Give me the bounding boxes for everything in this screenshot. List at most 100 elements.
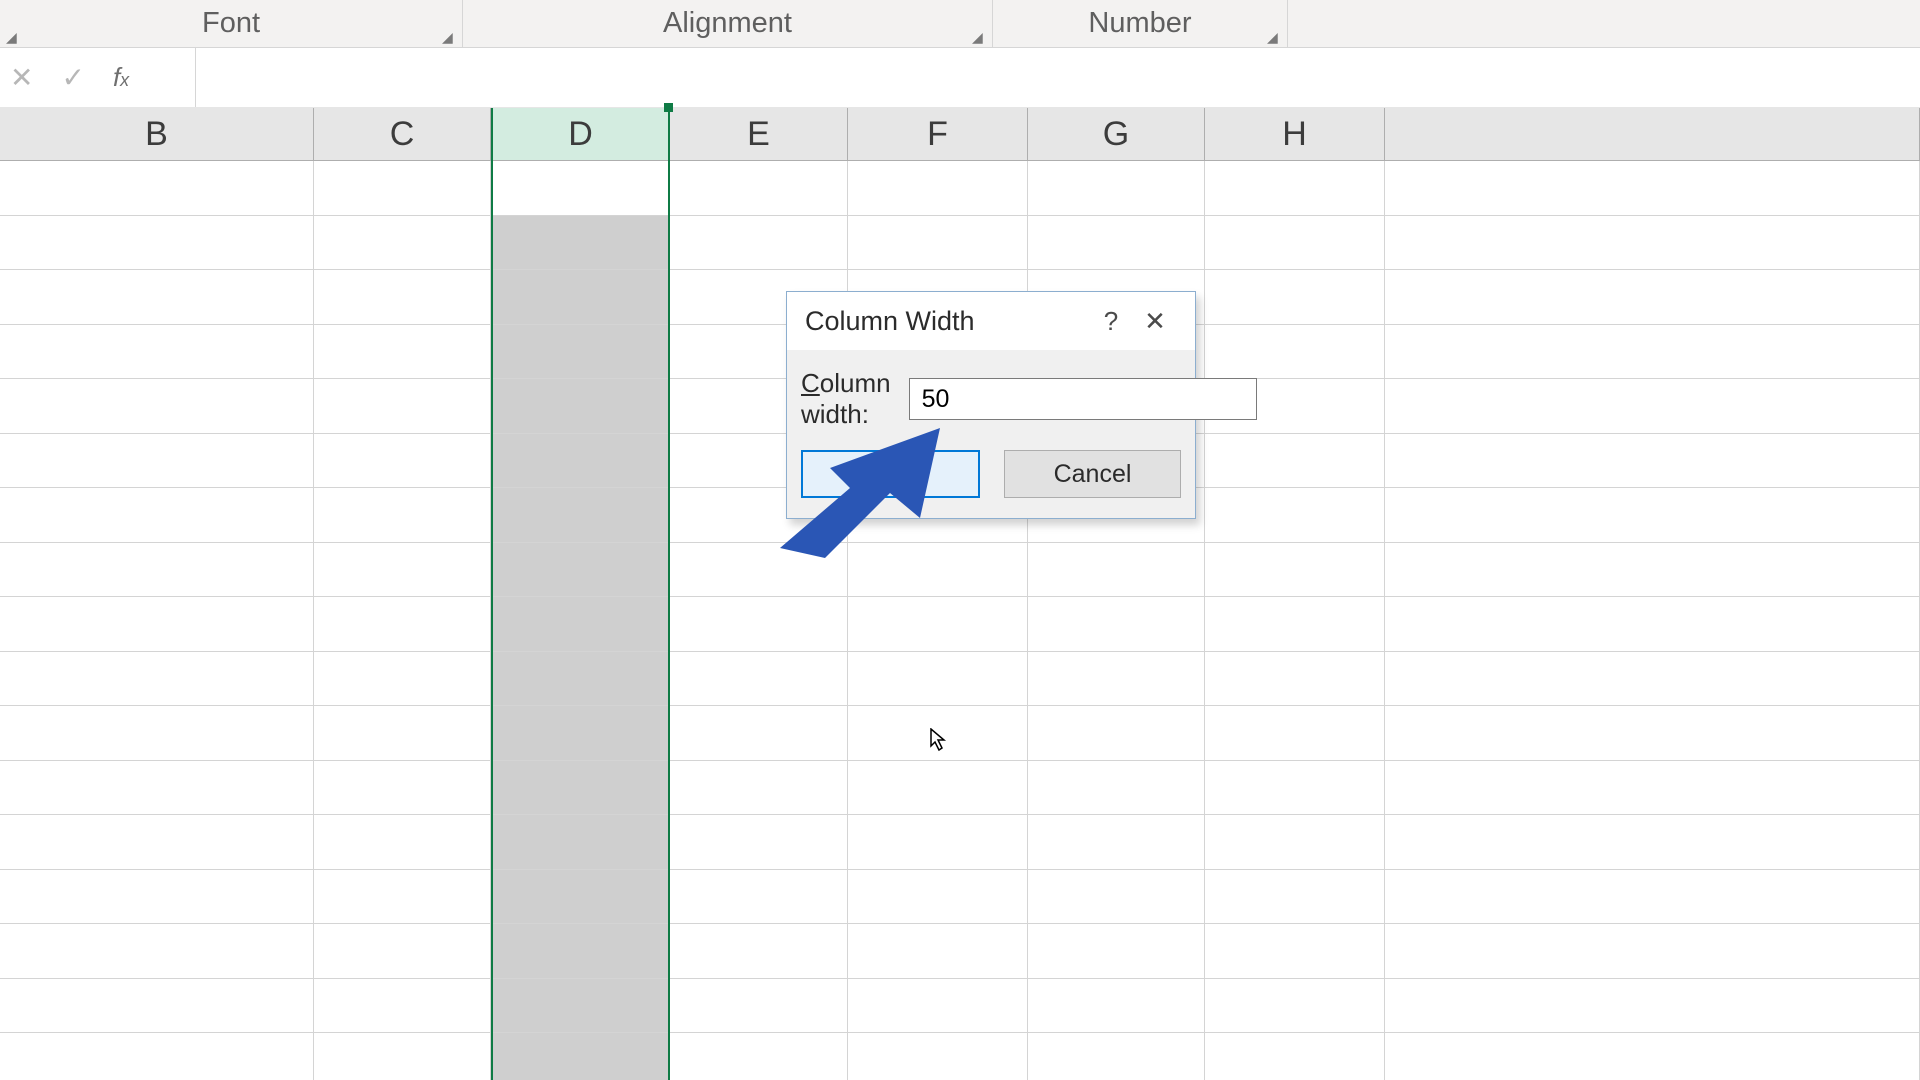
cell[interactable]: [1385, 597, 1920, 651]
cell[interactable]: [1205, 216, 1385, 270]
cell[interactable]: [670, 1033, 848, 1080]
cell[interactable]: [1385, 325, 1920, 379]
cell[interactable]: [491, 979, 670, 1033]
close-icon[interactable]: ✕: [1133, 306, 1177, 337]
cancel-icon[interactable]: ✕: [10, 64, 33, 92]
cell[interactable]: [0, 815, 314, 869]
cell[interactable]: [491, 434, 670, 488]
cell[interactable]: [491, 706, 670, 760]
cell[interactable]: [1205, 325, 1385, 379]
cell[interactable]: [491, 325, 670, 379]
dialog-launcher-icon[interactable]: ◢: [1267, 29, 1281, 43]
cell[interactable]: [314, 216, 491, 270]
cell[interactable]: [314, 270, 491, 324]
column-header-rest[interactable]: [1385, 108, 1920, 160]
cell[interactable]: [1028, 706, 1205, 760]
column-header-f[interactable]: F: [848, 108, 1028, 160]
cell[interactable]: [1028, 1033, 1205, 1080]
cell[interactable]: [491, 488, 670, 542]
cell[interactable]: [1385, 161, 1920, 215]
cell[interactable]: [670, 161, 848, 215]
formula-input[interactable]: [196, 48, 1920, 107]
cell[interactable]: [848, 161, 1028, 215]
cell[interactable]: [670, 597, 848, 651]
cell[interactable]: [0, 434, 314, 488]
cell[interactable]: [0, 161, 314, 215]
cell[interactable]: [670, 706, 848, 760]
cell[interactable]: [1205, 161, 1385, 215]
cell[interactable]: [491, 216, 670, 270]
cell[interactable]: [670, 870, 848, 924]
cell[interactable]: [491, 652, 670, 706]
cell[interactable]: [0, 543, 314, 597]
column-header-h[interactable]: H: [1205, 108, 1385, 160]
cell[interactable]: [1028, 761, 1205, 815]
cell[interactable]: [314, 706, 491, 760]
cell[interactable]: [1385, 761, 1920, 815]
cell[interactable]: [1205, 543, 1385, 597]
cell[interactable]: [491, 161, 670, 215]
cell[interactable]: [1385, 379, 1920, 433]
cell[interactable]: [1205, 488, 1385, 542]
column-header-b[interactable]: B: [0, 108, 314, 160]
cell[interactable]: [1205, 652, 1385, 706]
help-icon[interactable]: ?: [1089, 306, 1133, 337]
cell[interactable]: [670, 979, 848, 1033]
cell[interactable]: [491, 597, 670, 651]
cell[interactable]: [1385, 924, 1920, 978]
cell[interactable]: [670, 652, 848, 706]
cell[interactable]: [670, 543, 848, 597]
cell[interactable]: [1385, 1033, 1920, 1080]
cell[interactable]: [1205, 761, 1385, 815]
column-header-c[interactable]: C: [314, 108, 491, 160]
cell[interactable]: [0, 870, 314, 924]
column-header-d[interactable]: D: [491, 108, 670, 160]
cell[interactable]: [1385, 815, 1920, 869]
cell[interactable]: [1028, 870, 1205, 924]
cell[interactable]: [0, 325, 314, 379]
cell[interactable]: [314, 924, 491, 978]
cell[interactable]: [491, 543, 670, 597]
cell[interactable]: [1205, 597, 1385, 651]
cell[interactable]: [1028, 543, 1205, 597]
cell[interactable]: [1205, 434, 1385, 488]
cell[interactable]: [1028, 597, 1205, 651]
cell[interactable]: [0, 488, 314, 542]
cell[interactable]: [314, 761, 491, 815]
cell[interactable]: [1385, 706, 1920, 760]
ribbon-group-font[interactable]: ◢ Font ◢: [0, 0, 463, 47]
dialog-launcher-icon[interactable]: ◢: [442, 29, 456, 43]
cell[interactable]: [1205, 870, 1385, 924]
cell[interactable]: [0, 379, 314, 433]
cell[interactable]: [848, 870, 1028, 924]
cell[interactable]: [848, 543, 1028, 597]
cell[interactable]: [848, 761, 1028, 815]
cell[interactable]: [1205, 979, 1385, 1033]
cell[interactable]: [314, 325, 491, 379]
cell[interactable]: [1028, 924, 1205, 978]
cell[interactable]: [848, 1033, 1028, 1080]
cell[interactable]: [848, 979, 1028, 1033]
cell[interactable]: [1205, 1033, 1385, 1080]
cell[interactable]: [1385, 979, 1920, 1033]
cell[interactable]: [848, 597, 1028, 651]
cell[interactable]: [1028, 216, 1205, 270]
ribbon-group-number[interactable]: Number ◢: [993, 0, 1288, 47]
cell[interactable]: [0, 979, 314, 1033]
cell[interactable]: [1385, 652, 1920, 706]
cell[interactable]: [1385, 270, 1920, 324]
cell[interactable]: [1385, 543, 1920, 597]
cell[interactable]: [670, 924, 848, 978]
cell[interactable]: [1028, 979, 1205, 1033]
cell[interactable]: [0, 706, 314, 760]
cell[interactable]: [314, 597, 491, 651]
cell[interactable]: [1205, 270, 1385, 324]
cell[interactable]: [314, 870, 491, 924]
cell[interactable]: [848, 216, 1028, 270]
cell[interactable]: [670, 761, 848, 815]
cell[interactable]: [0, 216, 314, 270]
cell[interactable]: [1205, 924, 1385, 978]
cell[interactable]: [491, 815, 670, 869]
column-header-e[interactable]: E: [670, 108, 848, 160]
cell[interactable]: [1385, 488, 1920, 542]
